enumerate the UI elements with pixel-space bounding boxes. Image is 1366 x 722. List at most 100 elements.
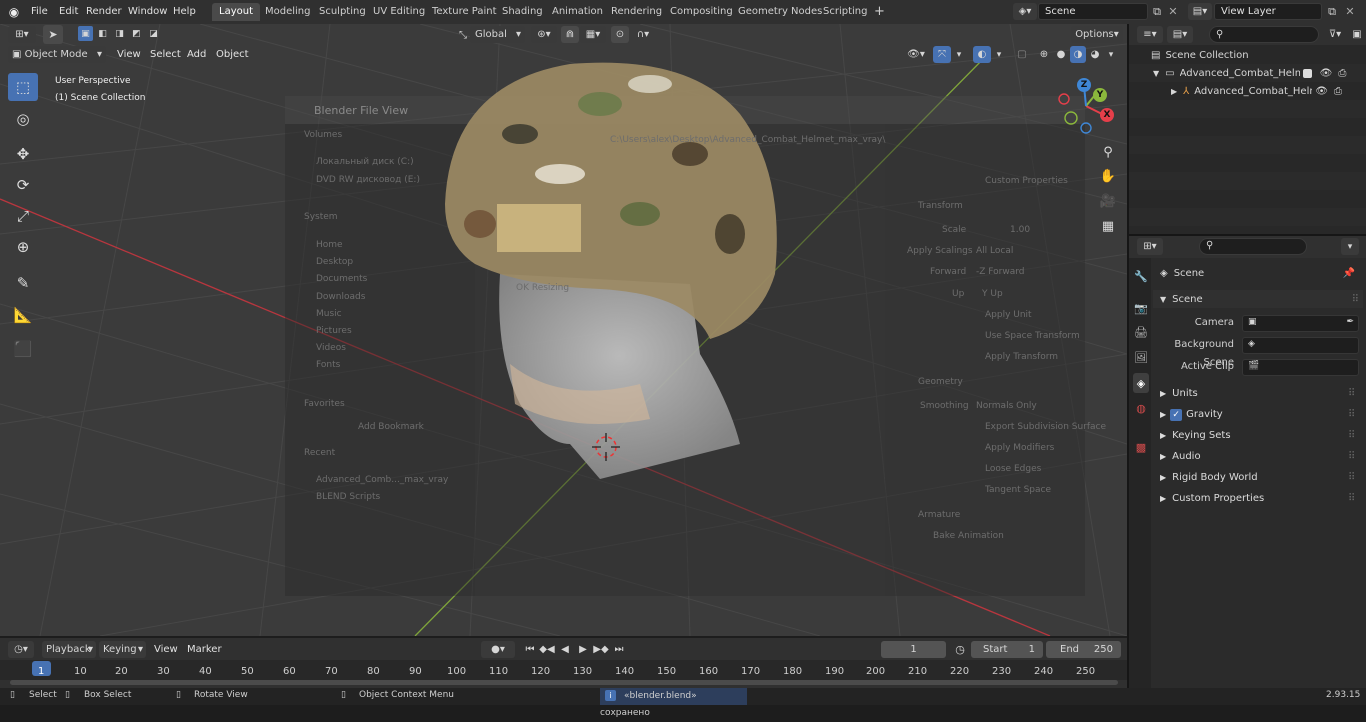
drag-handle-icon[interactable]: ⠿ [1348,472,1355,483]
tab-layout[interactable]: Layout [212,3,260,21]
tool-transform[interactable]: ⊕ [8,233,38,261]
properties-options-icon[interactable]: ▾ [1341,238,1359,255]
timeline-editor-type-icon[interactable]: ◷▾ [8,641,34,658]
pin-icon[interactable]: 📌 [1342,265,1356,281]
subpanel-custom-properties[interactable]: ▶ Custom Properties [1160,490,1360,508]
eyedropper-icon[interactable]: ✒ [1346,317,1354,327]
shading-wireframe-icon[interactable]: ⊕ [1036,46,1052,63]
shading-rendered-icon[interactable]: ◕ [1087,46,1103,63]
camera-field[interactable]: ▣ ✒ [1242,315,1359,332]
transform-orientation-dropdown[interactable]: Global ▾ [470,26,525,43]
menu-help[interactable]: Help [168,3,201,20]
new-view-layer-icon[interactable]: ⧉ [1323,3,1341,20]
select-mode-new-icon[interactable]: ▣ [78,26,93,41]
drag-handle-icon[interactable]: ⠿ [1352,294,1359,305]
timeline-scrollbar[interactable] [10,680,1118,685]
tab-compositing[interactable]: Compositing [663,3,740,21]
tab-scripting[interactable]: Scripting [816,3,874,21]
outliner-row-helmet-collection[interactable]: ▼ ▭ Advanced_Combat_Helmet_Y 👁 ⎙ [1129,64,1366,82]
drag-handle-icon[interactable]: ⠿ [1348,451,1355,462]
snap-target-icon[interactable]: ▦▾ [580,26,606,43]
blender-logo-icon[interactable]: ◉ [6,4,22,20]
tool-rotate[interactable]: ⟳ [8,171,38,199]
camera-view-icon[interactable]: 🎥 [1096,190,1120,212]
subpanel-rigid-body-world[interactable]: ▶ Rigid Body World [1160,469,1360,487]
tab-world-icon[interactable]: ◍ [1133,398,1149,418]
tool-cursor[interactable]: ◎ [8,105,38,133]
tab-view-layer-icon[interactable]: 🖼 [1133,347,1149,367]
jump-end-icon[interactable]: ⏭ [611,641,627,658]
eye-icon[interactable]: 👁 [1320,68,1333,79]
menu-edit[interactable]: Edit [54,3,83,20]
timeline-menu-view[interactable]: View [154,641,178,658]
render-camera-icon[interactable]: ⎙ [1338,68,1346,79]
start-frame-field[interactable]: Start 1 [971,641,1043,658]
ortho-grid-icon[interactable]: ▦ [1096,215,1120,237]
xray-icon[interactable]: ▢ [1014,46,1030,63]
tab-rendering[interactable]: Rendering [604,3,669,21]
exclude-checkbox[interactable] [1302,68,1312,78]
play-reverse-icon[interactable]: ◀ [557,641,573,658]
gizmo-y-axis[interactable]: Y [1093,88,1107,102]
preview-range-icon[interactable]: ◷ [952,641,968,658]
tab-shading[interactable]: Shading [495,3,550,21]
timeline-menu-marker[interactable]: Marker [187,641,222,658]
falloff-icon[interactable]: ∩▾ [630,26,656,43]
shading-material-icon[interactable]: ◑ [1070,46,1086,63]
menu-file[interactable]: File [26,3,53,20]
status-message[interactable]: i «blender.blend» сохранено [600,688,747,718]
tab-sculpting[interactable]: Sculpting [312,3,373,21]
tab-geometry-nodes[interactable]: Geometry Nodes [731,3,829,21]
subpanel-keying-sets[interactable]: ▶ Keying Sets [1160,427,1360,445]
scene-name-field[interactable]: Scene [1038,3,1148,20]
tab-uv-editing[interactable]: UV Editing [366,3,432,21]
shading-dropdown-icon[interactable]: ▾ [1104,46,1118,63]
gizmo-z-axis[interactable]: Z [1077,78,1091,92]
proportional-edit-icon[interactable]: ⊙ [611,26,629,43]
filter-icon[interactable]: ⊽▾ [1322,26,1348,43]
tab-render-icon[interactable]: 📷 [1133,298,1149,318]
drag-handle-icon[interactable]: ⠿ [1348,409,1355,420]
outliner-editor-type-icon[interactable]: ≡▾ [1137,26,1163,43]
snap-icon[interactable]: ⋒ [561,26,579,43]
menu-select[interactable]: Select [150,46,181,63]
view-layer-icon[interactable]: ▤▾ [1188,3,1212,20]
background-scene-field[interactable]: ◈ [1242,337,1359,354]
tab-texture-icon[interactable]: ▩ [1133,437,1149,457]
new-collection-icon[interactable]: ▣ [1350,26,1364,43]
tool-annotate[interactable]: ✎ [8,269,38,297]
play-icon[interactable]: ▶ [575,641,591,658]
scene-panel-header[interactable]: ▼ Scene ⠿ [1153,290,1363,308]
properties-editor-type-icon[interactable]: ⊞▾ [1137,238,1163,255]
menu-object[interactable]: Object [216,46,249,63]
pivot-point-icon[interactable]: ⊛▾ [531,26,557,43]
close-view-layer-icon[interactable]: ✕ [1343,3,1357,20]
tool-move[interactable]: ✥ [8,140,38,168]
overlay-dropdown-icon[interactable]: ▾ [992,46,1006,63]
properties-search-input[interactable]: ⚲ [1199,238,1307,255]
tab-texture-paint[interactable]: Texture Paint [425,3,504,21]
gizmo-x-axis[interactable]: X [1100,108,1114,122]
outliner-search-input[interactable]: ⚲ [1209,26,1319,43]
subpanel-gravity[interactable]: ▶ ✓ Gravity [1160,406,1360,424]
tab-modeling[interactable]: Modeling [258,3,318,21]
select-mode-invert-icon[interactable]: ◩ [129,26,144,41]
tool-scale[interactable]: ⤢ [8,202,38,230]
visibility-icon[interactable]: 👁▾ [903,46,929,63]
select-tool-button[interactable]: ➤ [43,25,63,44]
editor-type-button[interactable]: ⊞▾ [8,26,36,43]
jump-start-icon[interactable]: ⏮ [522,641,538,658]
zoom-icon[interactable]: ⚲ [1096,141,1120,163]
active-clip-field[interactable]: 🎬 [1242,359,1359,376]
tab-animation[interactable]: Animation [545,3,610,21]
playback-dropdown[interactable]: Playback ▾ [42,641,96,658]
tool-measure[interactable]: 📐 [8,301,38,329]
new-scene-icon[interactable]: ⧉ [1148,3,1166,20]
auto-keying-icon[interactable]: ●▾ [481,641,515,658]
close-scene-icon[interactable]: ✕ [1166,3,1180,20]
view-layer-field[interactable]: View Layer [1214,3,1322,20]
shading-solid-icon[interactable]: ● [1053,46,1069,63]
tool-select-box[interactable]: ⬚ [8,73,38,101]
select-mode-subtract-icon[interactable]: ◨ [112,26,127,41]
outliner-row-helmet-object[interactable]: ▶ ⅄ Advanced_Combat_Helm 👁 ⎙ [1129,82,1366,100]
